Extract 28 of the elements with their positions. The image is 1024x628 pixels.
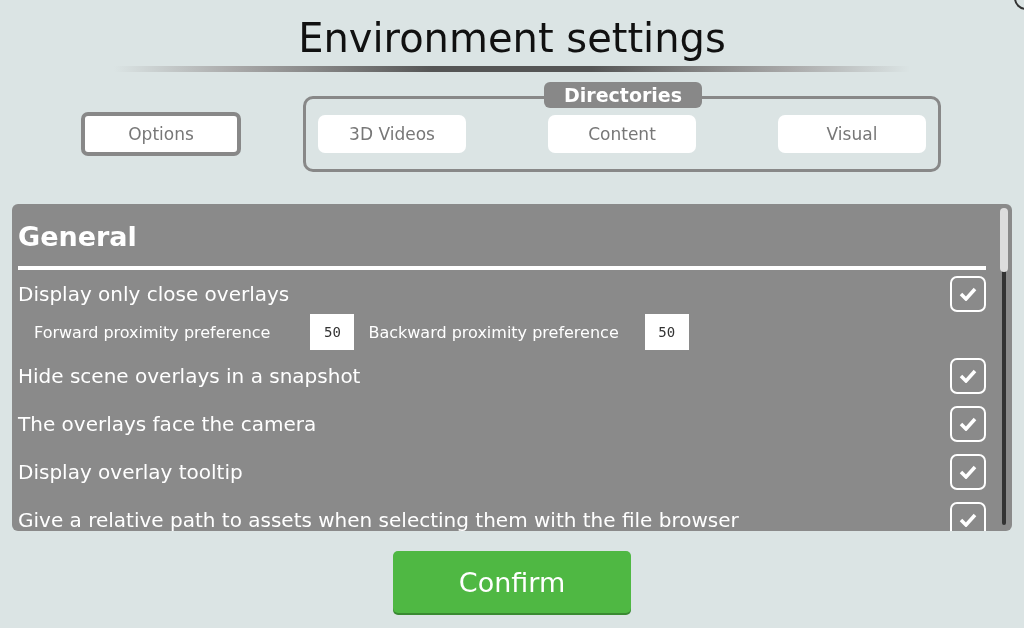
checkbox[interactable] [950,276,986,312]
check-icon [959,417,977,431]
tab[interactable]: Options [81,112,241,156]
scrollbar-thumb[interactable] [1000,208,1008,272]
check-icon [959,287,977,301]
check-icon [959,369,977,383]
number-field[interactable]: 50 [310,314,355,350]
check-icon [959,465,977,479]
tab[interactable]: 3D Videos [318,115,466,153]
setting-label: Display overlay tooltip [18,460,243,484]
field-label: Backward proximity preference [368,322,619,342]
setting-label: Give a relative path to assets when selecting them with the file browser [18,508,739,531]
group-label: Directories [544,82,703,108]
field-label: Forward proximity preference [34,322,271,342]
setting-label: The overlays face the camera [18,412,317,436]
tab[interactable]: Content [548,115,696,153]
checkbox[interactable] [950,358,986,394]
confirm-button[interactable]: Confirm [393,551,631,613]
checkbox[interactable] [950,502,986,531]
section-title: General [18,216,986,270]
tab[interactable]: Visual [778,115,926,153]
window-title: Environment settings [298,14,726,63]
number-field[interactable]: 50 [644,314,689,350]
checkbox[interactable] [950,406,986,442]
check-icon [959,513,977,527]
setting-label: Display only close overlays [18,282,290,306]
setting-label: Hide scene overlays in a snapshot [18,364,361,388]
checkbox[interactable] [950,454,986,490]
